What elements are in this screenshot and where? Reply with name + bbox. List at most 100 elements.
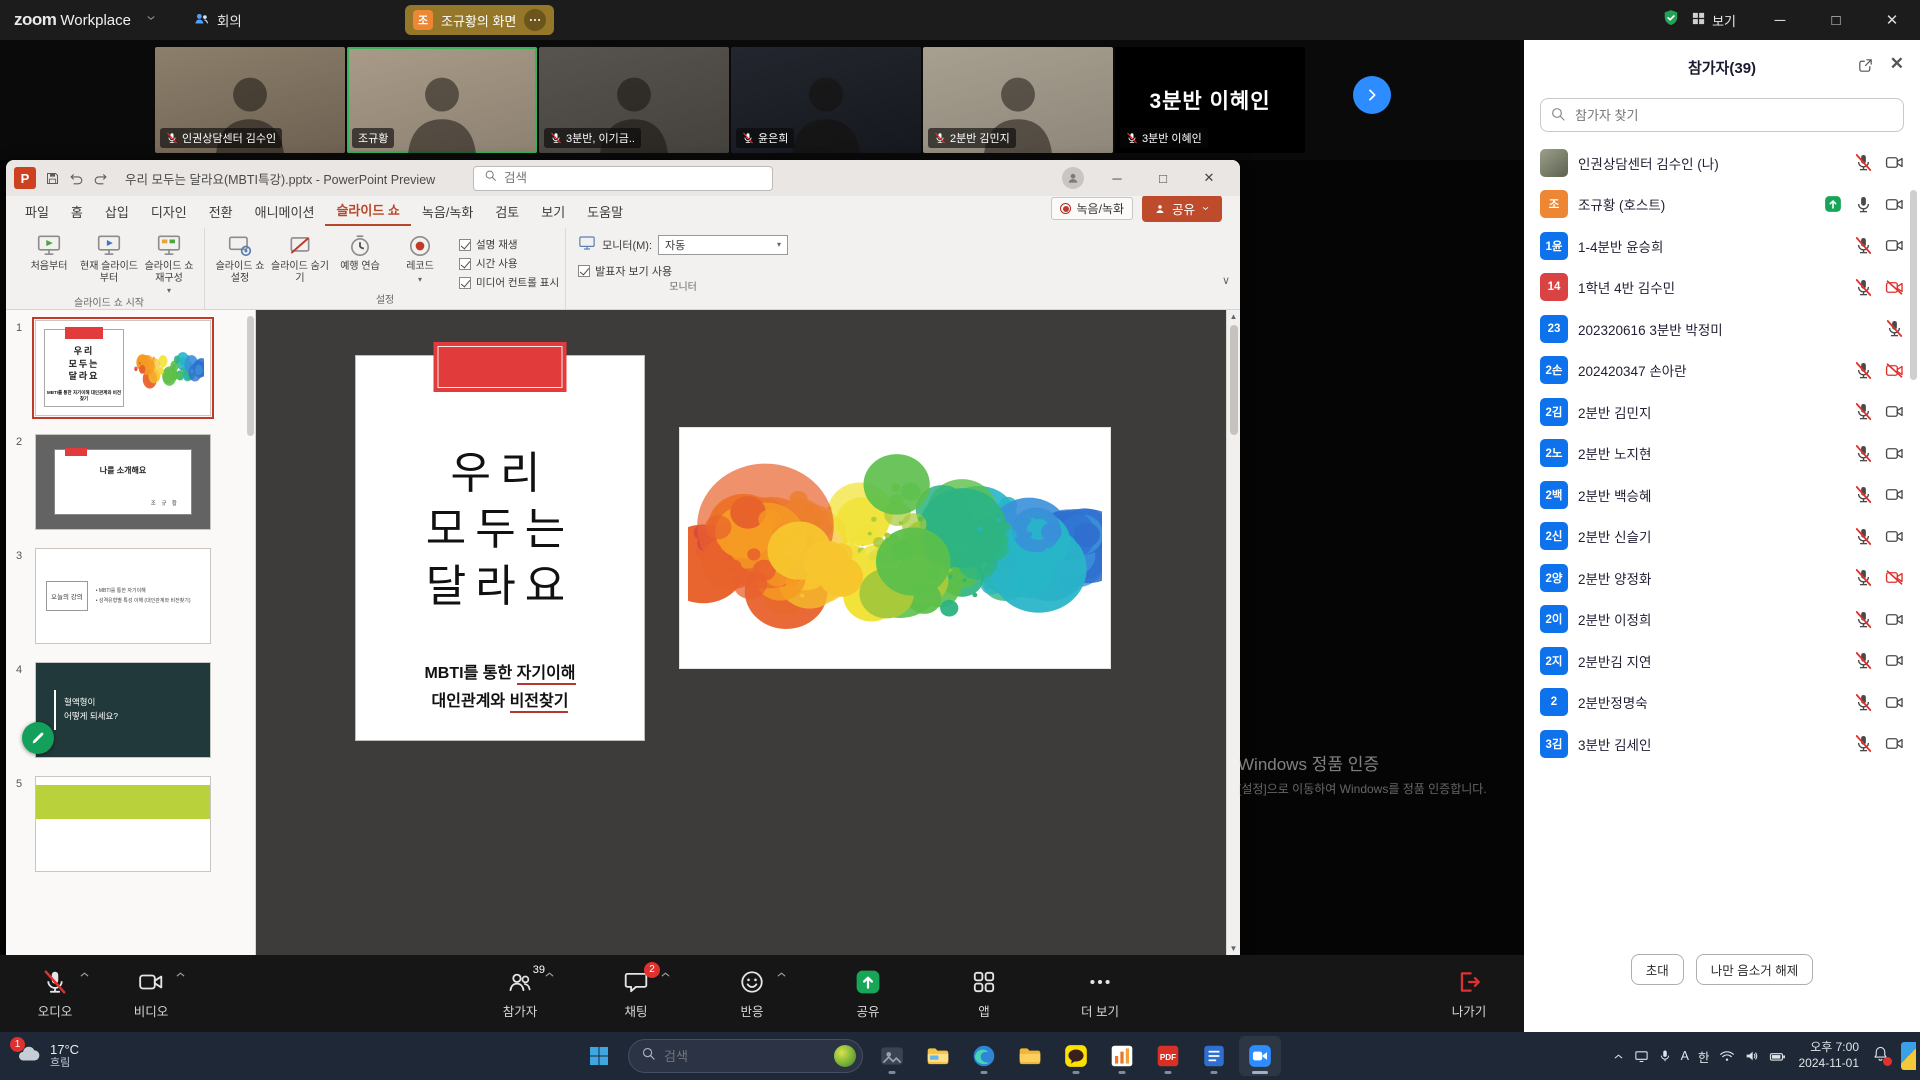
toolbar-participants-button[interactable]: 39참가자 bbox=[483, 955, 557, 1032]
toolbar-leave-button[interactable]: 나가기 bbox=[1432, 955, 1506, 1032]
taskbar-app-explorer-icon[interactable] bbox=[917, 1036, 959, 1076]
ppt-search-box[interactable] bbox=[473, 166, 773, 191]
ppt-tab-9[interactable]: 검토 bbox=[484, 197, 530, 226]
participant-row[interactable]: 인권상담센터 김수인 (나) bbox=[1524, 142, 1920, 184]
maximize-button[interactable]: □ bbox=[1808, 0, 1864, 40]
slide-title-card[interactable]: 우리모두는달라요 MBTI를 통한 자기이해대인관계와 비전찾기 bbox=[355, 355, 645, 741]
slide-thumbnail-1[interactable]: 우리모두는달라요MBTI를 통한 자기이해 대인관계와 비전찾기 bbox=[35, 320, 211, 416]
save-icon[interactable] bbox=[45, 171, 60, 186]
search-highlight-image[interactable] bbox=[834, 1045, 856, 1067]
account-avatar-icon[interactable] bbox=[1062, 167, 1084, 189]
tray-mic-icon[interactable] bbox=[1658, 1049, 1672, 1063]
participant-search-input[interactable] bbox=[1540, 98, 1904, 132]
redo-icon[interactable] bbox=[93, 171, 108, 186]
collapse-ribbon-icon[interactable]: ∨ bbox=[1222, 274, 1230, 287]
slide-thumbnail-4[interactable]: 혈액형이어떻게 되세요? bbox=[35, 662, 211, 758]
weather-widget[interactable]: 1 17°C 흐림 bbox=[6, 1032, 89, 1080]
popout-icon[interactable] bbox=[1857, 57, 1874, 78]
taskbar-app-edge-icon[interactable] bbox=[963, 1036, 1005, 1076]
close-panel-icon[interactable]: ✕ bbox=[1890, 54, 1904, 74]
participant-row[interactable]: 2양2분반 양정화 bbox=[1524, 557, 1920, 599]
speaker-icon[interactable] bbox=[1744, 1048, 1760, 1064]
taskbar-app-zoom-icon[interactable] bbox=[1239, 1036, 1281, 1076]
undo-icon[interactable] bbox=[69, 171, 84, 186]
chevron-up-icon[interactable] bbox=[174, 968, 187, 986]
ppt-tab-1[interactable]: 파일 bbox=[14, 197, 60, 226]
ime-language-korean[interactable]: 한 bbox=[1698, 1047, 1710, 1066]
participant-row[interactable]: 조조규황 (호스트) bbox=[1524, 184, 1920, 226]
participant-row[interactable]: 23202320616 3분반 박정미 bbox=[1524, 308, 1920, 350]
shared-screen-tab[interactable]: 조 조규황의 화면 bbox=[405, 5, 554, 35]
meeting-tab[interactable]: 회의 bbox=[193, 10, 242, 30]
participant-row[interactable]: 2이2분반 이정희 bbox=[1524, 599, 1920, 641]
start-button[interactable] bbox=[578, 1036, 620, 1076]
paint-splatter-image[interactable] bbox=[680, 428, 1110, 668]
show-media-controls-checkbox[interactable]: 미디어 컨트롤 표시 bbox=[459, 275, 559, 290]
custom-slideshow-button[interactable]: 슬라이드 쇼 재구성 ▾ bbox=[140, 230, 198, 295]
taskbar-app-chart-icon[interactable] bbox=[1101, 1036, 1143, 1076]
monitor-select[interactable]: 자동 ▾ bbox=[658, 235, 788, 255]
taskbar-app-folder-icon[interactable] bbox=[1009, 1036, 1051, 1076]
wifi-icon[interactable] bbox=[1719, 1048, 1735, 1064]
widgets-corner-icon[interactable] bbox=[1901, 1042, 1916, 1070]
taskbar-app-snip-icon[interactable] bbox=[871, 1036, 913, 1076]
ppt-tab-6[interactable]: 애니메이션 bbox=[244, 197, 326, 226]
taskbar-app-pdf-icon[interactable]: PDF bbox=[1147, 1036, 1189, 1076]
taskbar-app-kakaotalk-icon[interactable] bbox=[1055, 1036, 1097, 1076]
taskbar-search-input[interactable] bbox=[664, 1049, 809, 1064]
participant-row[interactable]: 3김3분반 김세인 bbox=[1524, 723, 1920, 765]
record-toggle[interactable]: 녹음/녹화 bbox=[1051, 197, 1133, 220]
view-button[interactable]: 보기 bbox=[1691, 11, 1736, 30]
ppt-tab-3[interactable]: 삽입 bbox=[94, 197, 140, 226]
from-beginning-button[interactable]: 처음부터 bbox=[20, 230, 78, 273]
thumbnail-scrollbar[interactable] bbox=[247, 316, 254, 436]
annotation-pencil-button[interactable] bbox=[22, 722, 54, 754]
video-tile[interactable]: 조규황 bbox=[347, 47, 537, 153]
ppt-restore-button[interactable]: □ bbox=[1140, 160, 1186, 196]
hide-slide-button[interactable]: 슬라이드 숨기기 bbox=[271, 230, 329, 284]
ppt-tab-7[interactable]: 슬라이드 쇼 bbox=[325, 195, 410, 226]
participant-row[interactable]: 2김2분반 김민지 bbox=[1524, 391, 1920, 433]
ppt-tab-2[interactable]: 홈 bbox=[60, 197, 94, 226]
use-timings-checkbox[interactable]: 시간 사용 bbox=[459, 256, 559, 271]
slide-thumbnail-3[interactable]: 오늘의 강의• MBTI를 통한 자기이해• 성격유형별 특성 이해 (대인관계… bbox=[35, 548, 211, 644]
participants-scrollbar[interactable] bbox=[1910, 190, 1917, 380]
toolbar-share-button[interactable]: 공유 bbox=[831, 955, 905, 1032]
ppt-close-button[interactable]: ✕ bbox=[1186, 160, 1232, 196]
ppt-tab-4[interactable]: 디자인 bbox=[140, 197, 198, 226]
chevron-up-icon[interactable] bbox=[543, 968, 556, 986]
participant-row[interactable]: 2백2분반 백승혜 bbox=[1524, 474, 1920, 516]
participant-row[interactable]: 141학년 4반 김수민 bbox=[1524, 267, 1920, 309]
participant-row[interactable]: 1윤1-4분반 윤승희 bbox=[1524, 225, 1920, 267]
ppt-tab-11[interactable]: 도움말 bbox=[576, 197, 634, 226]
video-tile[interactable]: 인권상담센터 김수인 bbox=[155, 47, 345, 153]
unmute-self-button[interactable]: 나만 음소거 해제 bbox=[1696, 954, 1813, 985]
minimize-button[interactable]: ─ bbox=[1752, 0, 1808, 40]
toolbar-video-button[interactable]: 비디오 bbox=[114, 955, 188, 1032]
battery-icon[interactable] bbox=[1769, 1048, 1786, 1065]
participant-row[interactable]: 22분반정명숙 bbox=[1524, 682, 1920, 724]
canvas-scrollbar[interactable]: ▲ ▼ bbox=[1226, 310, 1240, 955]
toolbar-chat-button[interactable]: 2채팅 bbox=[599, 955, 673, 1032]
chevron-up-icon[interactable] bbox=[78, 968, 91, 986]
ppt-tab-10[interactable]: 보기 bbox=[530, 197, 576, 226]
ppt-tab-5[interactable]: 전환 bbox=[198, 197, 244, 226]
scroll-down-icon[interactable]: ▼ bbox=[1230, 944, 1238, 953]
record-slideshow-button[interactable]: 레코드 ▾ bbox=[391, 230, 449, 284]
tray-chevron-up-icon[interactable] bbox=[1612, 1050, 1625, 1063]
notification-bell-icon[interactable] bbox=[1872, 1045, 1889, 1067]
participant-row[interactable]: 2손202420347 손아란 bbox=[1524, 350, 1920, 392]
video-tile[interactable]: 2분반 김민지 bbox=[923, 47, 1113, 153]
slide-thumbnail-5[interactable] bbox=[35, 776, 211, 872]
toolbar-audio-button[interactable]: 오디오 bbox=[18, 955, 92, 1032]
security-shield-icon[interactable] bbox=[1661, 8, 1681, 33]
toolbar-apps-button[interactable]: 앱 bbox=[947, 955, 1021, 1032]
chevron-down-icon[interactable] bbox=[145, 11, 157, 29]
toolbar-more-button[interactable]: 더 보기 bbox=[1063, 955, 1137, 1032]
video-tile[interactable]: 윤은희 bbox=[731, 47, 921, 153]
video-tile[interactable]: 3분반, 이기금.. bbox=[539, 47, 729, 153]
scrollbar-thumb[interactable] bbox=[1230, 325, 1238, 435]
taskbar-clock[interactable]: 오후 7:00 2024-11-01 bbox=[1799, 1040, 1860, 1071]
play-narrations-checkbox[interactable]: 설명 재생 bbox=[459, 237, 559, 252]
next-gallery-page-button[interactable] bbox=[1353, 76, 1391, 114]
